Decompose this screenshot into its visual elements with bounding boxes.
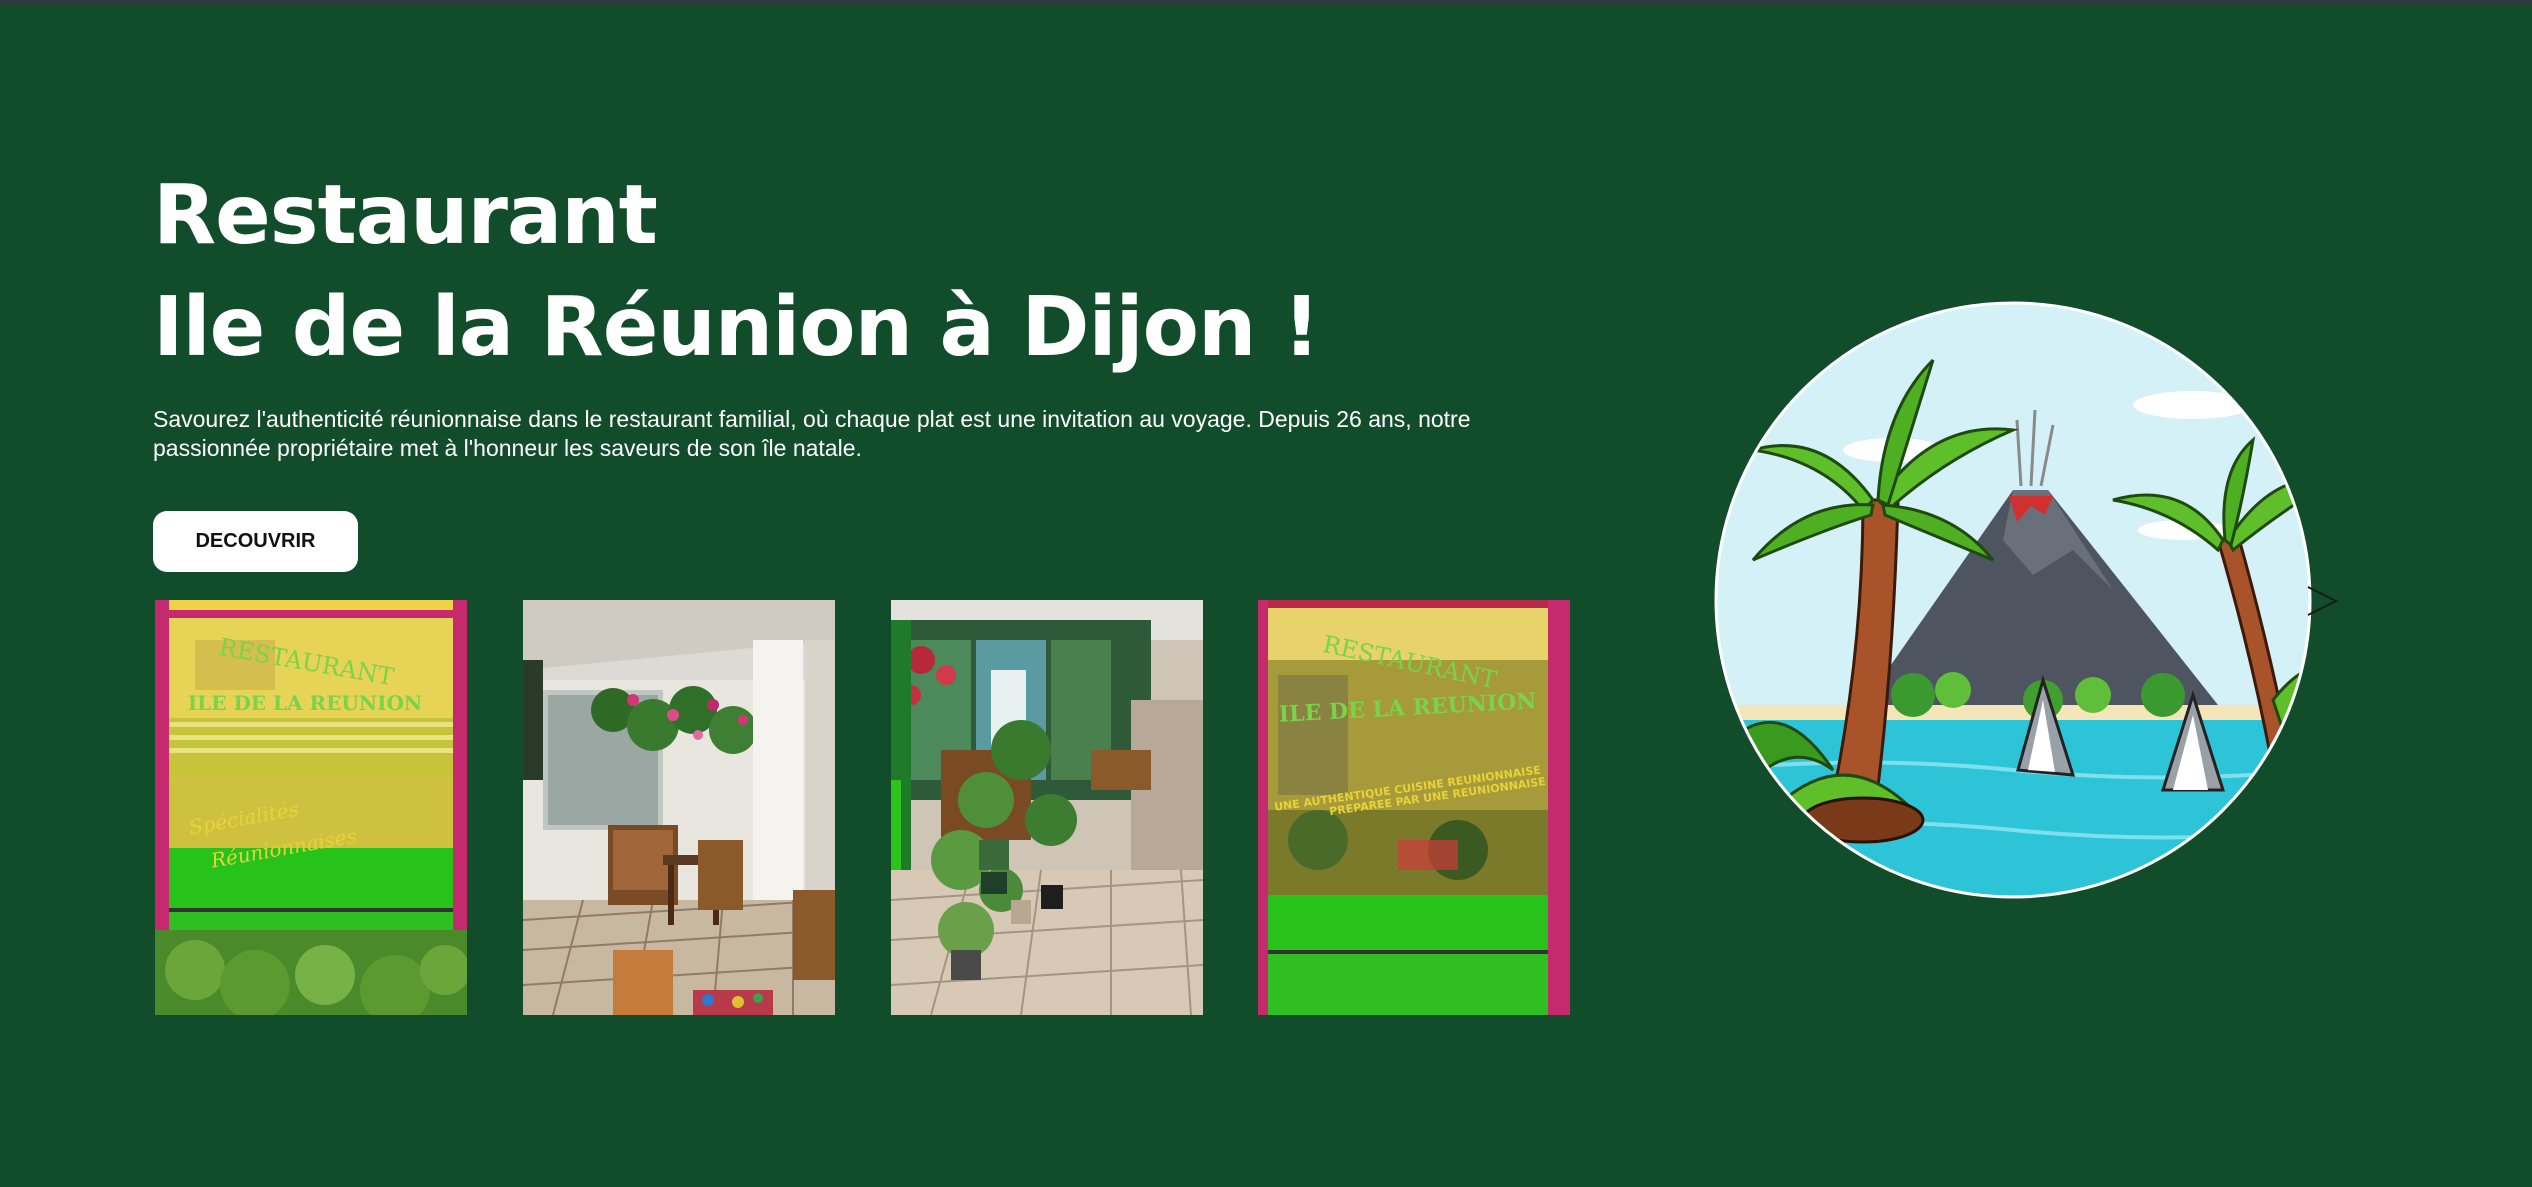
discover-button[interactable]: DECOUVRIR bbox=[153, 511, 358, 572]
hero-section: Restaurant Ile de la Réunion à Dijon ! S… bbox=[0, 0, 2532, 1187]
intro-text: Savourez l'authenticité réunionnaise dan… bbox=[153, 406, 1471, 461]
page-title: Restaurant Ile de la Réunion à Dijon ! bbox=[153, 160, 1320, 384]
photo-entrance bbox=[891, 600, 1203, 1015]
photo-storefront: RESTAURANT ILE DE LA REUNION Spécialités… bbox=[155, 600, 467, 1015]
photo-front-door: RESTAURANT ILE DE LA REUNION UNE AUTHENT… bbox=[1258, 600, 1570, 1015]
storefront-sign-line-2: ILE DE LA REUNION bbox=[188, 691, 422, 715]
title-line-2: Ile de la Réunion à Dijon ! bbox=[153, 280, 1320, 375]
title-line-1: Restaurant bbox=[153, 168, 658, 263]
tropical-island-illustration bbox=[1713, 300, 2313, 900]
photo-dining-room bbox=[523, 600, 835, 1015]
chevron-right-icon[interactable] bbox=[2304, 583, 2342, 619]
